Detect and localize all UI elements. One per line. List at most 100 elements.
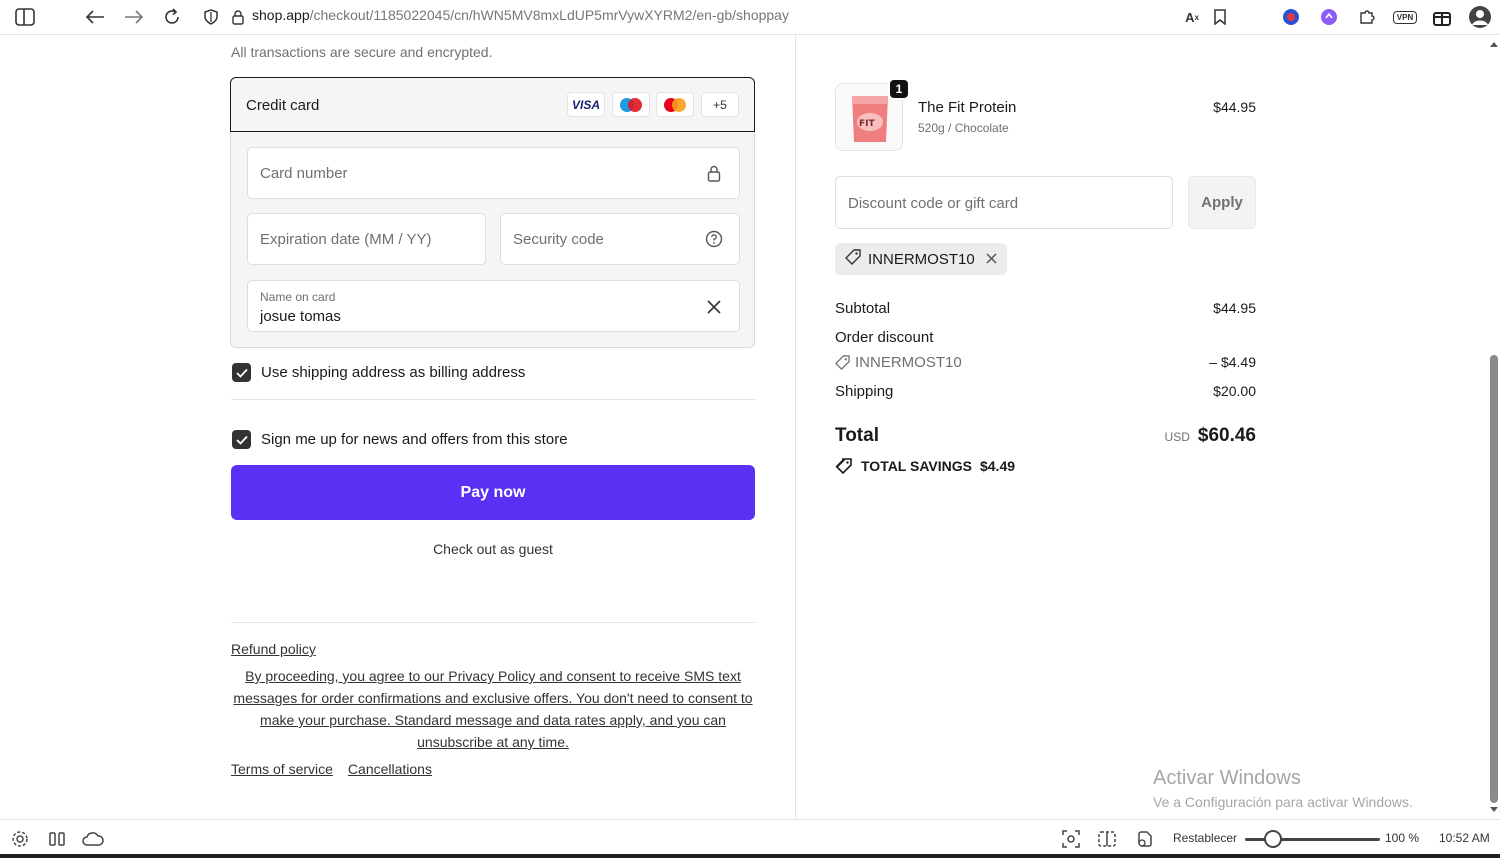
watermark-line1: Activar Windows [1153,767,1301,789]
tag-icon [835,355,850,370]
total-label: Total [835,425,879,446]
screenshot-capture-icon[interactable] [1060,828,1082,850]
bookmark-icon[interactable] [1207,4,1233,30]
help-question-icon[interactable] [703,228,725,250]
security-code-field[interactable]: Security code [500,213,740,265]
lock-icon[interactable] [225,4,251,30]
url-host: shop.app [252,7,310,23]
settings-gear-icon[interactable] [9,828,31,850]
taskbar-edge [0,854,1500,858]
name-on-card-field[interactable]: Name on card josue tomas [247,280,740,332]
translate-icon[interactable]: Ax [1179,4,1205,30]
news-checkbox[interactable] [232,430,251,449]
security-code-placeholder: Security code [513,231,604,248]
order-discount-label: Order discount [835,329,934,346]
product-price: $44.95 [1213,99,1256,115]
more-brands-badge: +5 [701,92,739,117]
expiration-date-field[interactable]: Expiration date (MM / YY) [247,213,486,265]
news-signup-checkbox-row[interactable]: Sign me up for news and offers from this… [232,430,568,449]
apply-discount-button[interactable]: Apply [1188,176,1256,229]
zoom-level: 100 % [1385,831,1420,845]
extensions-puzzle-icon[interactable] [1354,4,1380,30]
forward-arrow-icon[interactable] [121,4,147,30]
panels-icon[interactable] [46,828,68,850]
profile-avatar-icon[interactable] [1467,4,1493,30]
extension-globe-icon[interactable] [1278,4,1304,30]
checkout-as-guest-link[interactable]: Check out as guest [231,541,755,557]
lock-icon [703,162,725,184]
page-scrollbar[interactable] [1488,35,1500,819]
subtotal-row: Subtotal $44.95 [835,300,1256,317]
browser-status-bar: Restablecer 100 % 10:52 AM [0,819,1500,858]
windows-activation-watermark: Activar Windows Ve a Configuración para … [1153,767,1413,810]
applied-code-label: INNERMOST10 [868,250,975,268]
terms-of-service-link[interactable]: Terms of service [231,761,333,777]
browser-toolbar: shop.app/checkout/1185022045/cn/hWN5MV8m… [0,0,1500,35]
discount-code-label: INNERMOST10 [855,354,962,371]
clear-x-icon[interactable] [703,296,725,318]
visa-logo: VISA [567,92,605,117]
address-bar[interactable]: shop.app/checkout/1185022045/cn/hWN5MV8m… [252,7,789,23]
maestro-logo [612,92,650,117]
card-number-field[interactable]: Card number [247,147,740,199]
restore-zoom-link[interactable]: Restablecer [1173,831,1237,845]
divider [231,622,755,623]
refund-policy-link[interactable]: Refund policy [231,641,316,657]
column-divider [795,35,796,819]
mastercard-logo [656,92,694,117]
quantity-badge: 1 [888,78,910,100]
tiling-icon[interactable] [1096,828,1118,850]
savings-tag-icon [835,458,852,475]
sidebar-toggle-icon[interactable] [12,4,38,30]
svg-text:FIT: FIT [859,119,875,129]
checkout-page: All transactions are secure and encrypte… [0,35,1500,819]
shipping-label: Shipping [835,383,894,400]
billing-checkbox[interactable] [232,363,251,382]
name-on-card-value: josue tomas [260,308,341,325]
gift-icon[interactable] [1429,4,1455,30]
billing-address-checkbox-row[interactable]: Use shipping address as billing address [232,363,525,382]
credit-card-label: Credit card [246,97,320,114]
reload-icon[interactable] [159,4,185,30]
url-path: /checkout/1185022045/cn/hWN5MV8mxLdUP5mr… [309,7,789,23]
total-value: $60.46 [1197,425,1256,446]
legal-consent-text[interactable]: By proceeding, you agree to our Privacy … [231,665,755,753]
page-actions-icon[interactable] [1134,828,1156,850]
discount-code: INNERMOST10 [835,354,962,371]
subtotal-label: Subtotal [835,300,891,317]
discount-code-row: INNERMOST10 – $4.49 [835,354,1256,371]
discount-code-input[interactable]: Discount code or gift card [835,176,1173,229]
product-thumbnail: FIT 1 [835,78,910,151]
scroll-down-arrow-icon [1490,807,1498,812]
discount-placeholder: Discount code or gift card [848,195,1019,212]
product-name: The Fit Protein [918,99,1017,116]
scrollbar-thumb[interactable] [1490,355,1498,803]
watermark-line2: Ve a Configuración para activar Windows. [1153,794,1413,810]
savings-label: TOTAL SAVINGS [861,458,972,474]
divider [231,399,755,400]
cancellations-link[interactable]: Cancellations [348,761,432,777]
card-number-placeholder: Card number [260,165,348,182]
subtotal-value: $44.95 [1213,300,1256,316]
credit-card-option[interactable]: Credit card VISA +5 [230,77,755,132]
secure-note: All transactions are secure and encrypte… [231,44,493,60]
total-amount: USD $60.46 [1165,425,1256,447]
shipping-value: $20.00 [1213,383,1256,399]
applied-discount-chip: INNERMOST10 [835,243,1007,275]
back-arrow-icon[interactable] [82,4,108,30]
remove-discount-x-icon[interactable] [986,251,997,268]
clock-time: 10:52 AM [1439,831,1490,845]
total-row: Total USD $60.46 [835,425,1256,447]
vpn-icon[interactable]: VPN [1390,4,1420,30]
name-on-card-label: Name on card [260,290,336,304]
cloud-icon[interactable] [82,828,104,850]
payment-method-box: Credit card VISA +5 Card number Expirati… [230,77,755,348]
shield-icon[interactable] [198,4,224,30]
billing-checkbox-label: Use shipping address as billing address [261,364,526,381]
expiration-placeholder: Expiration date (MM / YY) [260,231,432,248]
pay-now-button[interactable]: Pay now [231,465,755,520]
tag-icon [845,249,861,269]
product-variant: 520g / Chocolate [918,121,1009,135]
zoom-slider-thumb[interactable] [1264,830,1282,848]
extension-purple-icon[interactable] [1316,4,1342,30]
